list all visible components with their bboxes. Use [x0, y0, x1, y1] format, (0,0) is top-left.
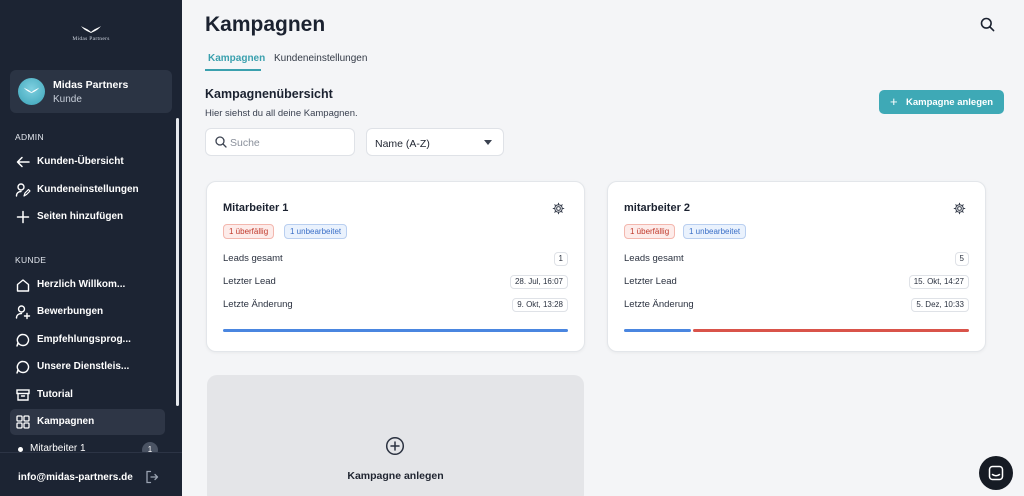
chat-bubble-icon: [16, 333, 30, 347]
caret-down-icon: [484, 140, 492, 145]
sidebar: Midas Partners Midas Partners Kunde ADMI…: [0, 0, 182, 496]
sidebar-item-label: Unsere Dienstleis...: [37, 361, 130, 372]
search-field[interactable]: [205, 128, 355, 156]
sidebar-item-kampagnen[interactable]: Kampagnen: [10, 409, 165, 435]
sidebar-footer: info@midas-partners.de: [0, 452, 182, 496]
sidebar-item-label: Kunden-Übersicht: [37, 156, 124, 167]
plus-icon: [16, 210, 30, 224]
campaign-card[interactable]: mitarbeiter 2 1 überfällig 1 unbearbeite…: [607, 181, 986, 352]
sidebar-item-herzlich-willkommen[interactable]: Herzlich Willkom...: [10, 272, 165, 298]
sidebar-scrollbar[interactable]: [176, 118, 179, 406]
chat-icon: [988, 465, 1004, 481]
sidebar-item-label: Bewerbungen: [37, 306, 104, 317]
last-change-value: 5. Dez, 10:33: [911, 298, 969, 312]
section-label-kunde: KUNDE: [15, 255, 47, 265]
tab-kampagnen[interactable]: Kampagnen: [208, 53, 265, 64]
last-lead-value: 28. Jul, 16:07: [509, 275, 568, 289]
chat-bubble-icon: [16, 360, 30, 374]
gear-icon[interactable]: [552, 202, 565, 215]
avatar: [18, 78, 45, 105]
unprocessed-badge: 1 unbearbeitet: [683, 224, 747, 239]
leads-total-label: Leads gesamt: [223, 253, 283, 264]
sidebar-item-unsere-dienstleistungen[interactable]: Unsere Dienstleis...: [10, 354, 165, 380]
leads-total-label: Leads gesamt: [624, 253, 684, 264]
search-icon: [215, 136, 227, 148]
section-subtitle: Hier siehst du all deine Kampagnen.: [205, 108, 358, 119]
account-name: Midas Partners: [53, 79, 129, 91]
page-title: Kampagnen: [205, 13, 326, 36]
create-campaign-button[interactable]: + Kampagne anlegen: [879, 90, 1004, 114]
account-switcher[interactable]: Midas Partners Kunde: [10, 70, 172, 113]
overdue-badge: 1 überfällig: [624, 224, 676, 239]
home-icon: [16, 279, 30, 292]
campaign-title: mitarbeiter 2: [624, 202, 691, 214]
plus-icon: +: [890, 94, 898, 109]
logout-icon[interactable]: [145, 470, 159, 484]
gear-icon[interactable]: [953, 202, 966, 215]
create-campaign-card-label: Kampagne anlegen: [347, 470, 444, 482]
campaign-title: Mitarbeiter 1: [223, 202, 289, 214]
last-change-label: Letzte Änderung: [223, 299, 293, 310]
logo-text: Midas Partners: [72, 36, 110, 42]
sidebar-item-empfehlungsprogramm[interactable]: Empfehlungsprog...: [10, 327, 165, 353]
section-title: Kampagnenübersicht: [205, 87, 333, 101]
sidebar-item-kunden-uebersicht[interactable]: Kunden-Übersicht: [10, 149, 165, 175]
account-role: Kunde: [53, 94, 82, 105]
sidebar-item-seiten-hinzufuegen[interactable]: Seiten hinzufügen: [10, 204, 165, 230]
last-lead-label: Letzter Lead: [223, 276, 276, 287]
sidebar-item-label: Seiten hinzufügen: [37, 211, 124, 222]
leads-total-value: 1: [553, 252, 568, 266]
leads-total-value: 5: [954, 252, 969, 266]
sidebar-item-label: Tutorial: [37, 389, 73, 400]
sort-dropdown[interactable]: Name (A-Z): [366, 128, 504, 156]
sidebar-item-label: Kampagnen: [37, 416, 95, 427]
last-lead-label: Letzter Lead: [624, 276, 677, 287]
last-change-value: 9. Okt, 13:28: [512, 298, 568, 312]
progress-bar-done: [223, 329, 568, 332]
user-plus-icon: [15, 305, 31, 320]
user-settings-icon: [15, 183, 31, 197]
last-lead-value: 15. Okt, 14:27: [908, 275, 969, 289]
sidebar-item-kundeneinstellungen[interactable]: Kundeneinstellungen: [10, 177, 165, 203]
sidebar-item-label: Kundeneinstellungen: [37, 184, 139, 195]
progress-bar-done: [624, 329, 691, 332]
search-input[interactable]: [230, 134, 348, 151]
grid-icon: [16, 415, 30, 429]
progress-bar-overdue: [693, 329, 969, 332]
sidebar-item-label: Empfehlungsprog...: [37, 334, 131, 345]
wings-logo-icon: [81, 26, 101, 33]
last-change-label: Letzte Änderung: [624, 299, 694, 310]
wings-logo-icon: [23, 87, 40, 94]
arrow-left-icon: [16, 156, 30, 168]
archive-icon: [16, 389, 30, 401]
brand-logo[interactable]: Midas Partners: [0, 24, 182, 42]
search-icon[interactable]: [980, 17, 995, 32]
unprocessed-badge: 1 unbearbeitet: [284, 224, 348, 239]
plus-circle-icon: [385, 436, 405, 456]
sidebar-item-bewerbungen[interactable]: Bewerbungen: [10, 299, 165, 325]
overdue-badge: 1 überfällig: [223, 224, 275, 239]
chat-widget-button[interactable]: [979, 456, 1013, 490]
create-campaign-card[interactable]: Kampagne anlegen: [207, 375, 584, 496]
user-email: info@midas-partners.de: [18, 472, 133, 483]
campaign-card[interactable]: Mitarbeiter 1 1 überfällig 1 unbearbeite…: [206, 181, 585, 352]
create-campaign-button-label: Kampagne anlegen: [906, 97, 994, 108]
section-label-admin: ADMIN: [15, 132, 44, 142]
sidebar-item-tutorial[interactable]: Tutorial: [10, 382, 165, 408]
tab-kundeneinstellungen[interactable]: Kundeneinstellungen: [274, 53, 367, 64]
active-tab-indicator: [205, 69, 261, 71]
sidebar-item-label: Herzlich Willkom...: [37, 279, 126, 290]
sort-dropdown-value: Name (A-Z): [375, 138, 430, 150]
